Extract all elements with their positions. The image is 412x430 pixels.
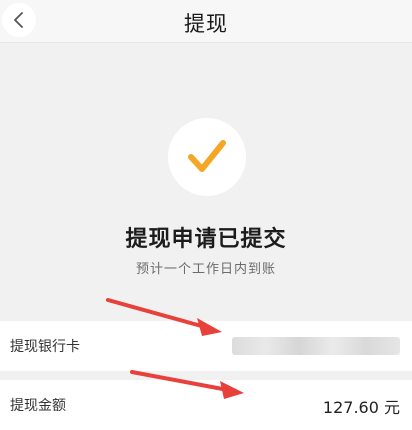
annotation-arrow-bank-card [106, 298, 222, 336]
annotation-arrows [106, 298, 244, 399]
annotation-arrow-amount [130, 370, 244, 399]
